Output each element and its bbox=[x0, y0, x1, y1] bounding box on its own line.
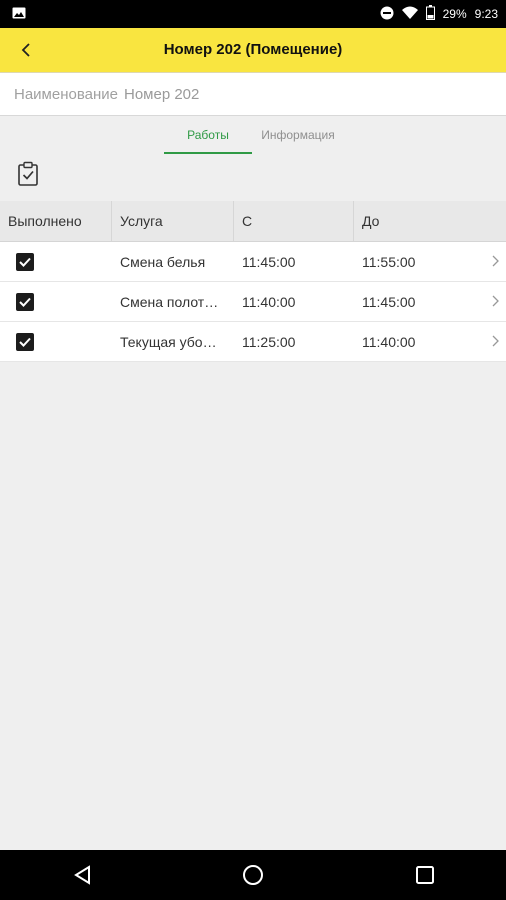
chevron-right-icon bbox=[492, 335, 499, 347]
tab-information[interactable]: Информация bbox=[252, 128, 344, 152]
do-not-disturb-icon bbox=[380, 6, 394, 23]
page-title: Номер 202 (Помещение) bbox=[163, 41, 343, 58]
tab-works[interactable]: Работы bbox=[164, 128, 252, 154]
column-header-to[interactable]: До bbox=[354, 201, 506, 241]
column-header-service[interactable]: Услуга bbox=[112, 201, 234, 241]
back-button[interactable] bbox=[12, 36, 40, 64]
service-cell: Смена белья bbox=[120, 253, 206, 270]
service-cell: Смена полот… bbox=[120, 293, 219, 310]
chevron-right-icon bbox=[492, 255, 499, 267]
table-row[interactable]: Текущая убо… 11:25:00 11:40:00 bbox=[0, 322, 506, 362]
to-cell: 11:55:00 bbox=[362, 253, 416, 270]
from-cell: 11:45:00 bbox=[242, 253, 296, 270]
name-label: Наименование bbox=[14, 85, 118, 103]
from-cell: 11:40:00 bbox=[242, 293, 296, 310]
name-value: Номер 202 bbox=[123, 85, 200, 103]
checkmark-icon bbox=[19, 337, 31, 347]
home-circle-icon[interactable] bbox=[240, 862, 266, 888]
system-nav-bar bbox=[0, 850, 506, 900]
clock: 9:23 bbox=[474, 7, 498, 21]
table-row[interactable]: Смена полот… 11:40:00 11:45:00 bbox=[0, 282, 506, 322]
table-row[interactable]: Смена белья 11:45:00 11:55:00 bbox=[0, 242, 506, 282]
chevron-right-icon bbox=[492, 295, 499, 307]
back-triangle-icon[interactable] bbox=[70, 862, 96, 888]
app-bar: Номер 202 (Помещение) bbox=[0, 28, 506, 73]
done-checkbox[interactable] bbox=[16, 252, 34, 271]
to-cell: 11:45:00 bbox=[362, 293, 416, 310]
done-checkbox[interactable] bbox=[16, 292, 34, 311]
tab-bar: Работы Информация bbox=[0, 116, 506, 154]
table-header: Выполнено Услуга С До bbox=[0, 201, 506, 242]
name-field[interactable]: Наименование Номер 202 bbox=[0, 73, 506, 116]
column-header-done[interactable]: Выполнено bbox=[0, 201, 112, 241]
to-cell: 11:40:00 bbox=[362, 333, 416, 350]
battery-icon bbox=[425, 5, 435, 23]
from-cell: 11:25:00 bbox=[242, 333, 296, 350]
done-checkbox[interactable] bbox=[16, 332, 34, 351]
status-bar: 29% 9:23 bbox=[0, 0, 506, 28]
battery-percent: 29% bbox=[442, 7, 467, 21]
chevron-left-icon bbox=[21, 43, 30, 57]
service-cell: Текущая убо… bbox=[120, 333, 217, 350]
clipboard-check-icon[interactable] bbox=[16, 161, 44, 189]
checkmark-icon bbox=[19, 297, 31, 307]
wifi-icon bbox=[401, 6, 418, 22]
recents-square-icon[interactable] bbox=[412, 862, 438, 888]
works-table: Выполнено Услуга С До Смена белья 11:45:… bbox=[0, 201, 506, 362]
image-icon bbox=[12, 7, 26, 22]
column-header-from[interactable]: С bbox=[234, 201, 354, 241]
checkmark-icon bbox=[19, 257, 31, 267]
